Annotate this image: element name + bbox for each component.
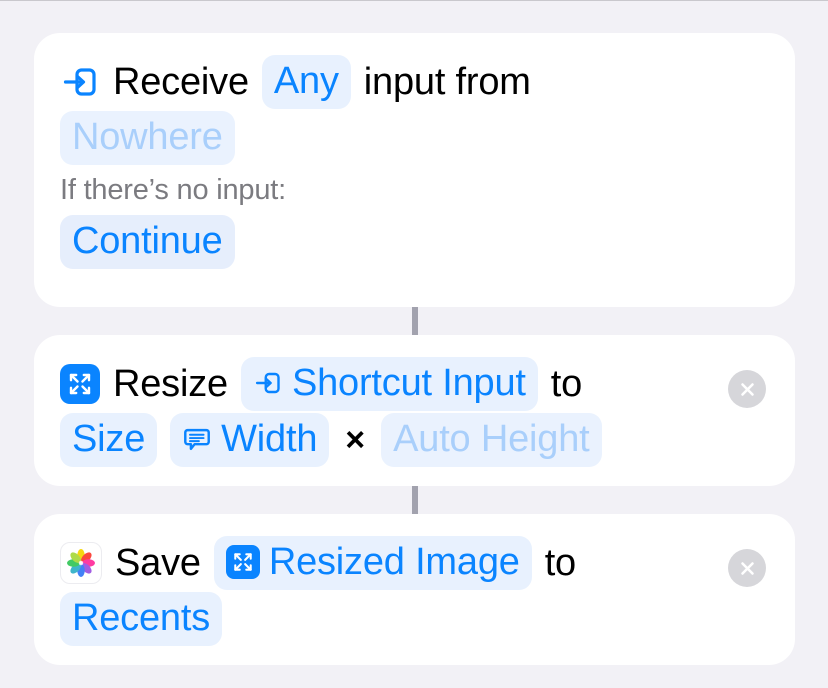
action-connector	[411, 307, 418, 335]
save-line-1: Save Resized Image to	[60, 536, 769, 590]
shortcut-input-icon	[253, 368, 283, 398]
photos-app-icon	[60, 542, 102, 584]
input-source-pill[interactable]: Nowhere	[60, 111, 235, 165]
no-input-fallback-pill[interactable]: Continue	[60, 215, 235, 269]
save-label: Save	[115, 542, 201, 584]
receive-input-line-2: Nowhere	[60, 109, 769, 167]
remove-action-button[interactable]	[728, 549, 766, 587]
ask-for-input-icon	[182, 424, 212, 454]
resize-height-pill[interactable]: Auto Height	[381, 413, 602, 467]
remove-action-button[interactable]	[728, 370, 766, 408]
resize-label: Resize	[113, 363, 228, 405]
save-to-label: to	[544, 542, 576, 584]
receive-input-line-3: If there’s no input:	[60, 167, 769, 213]
input-from-label: input from	[363, 61, 531, 103]
multiply-symbol: ×	[345, 421, 366, 459]
save-image-pill[interactable]: Resized Image	[213, 536, 532, 590]
resize-to-label: to	[550, 363, 583, 405]
receive-input-line-1: Receive Any input from	[60, 55, 769, 109]
resize-width-pill[interactable]: Width	[170, 413, 330, 467]
resize-size-pill[interactable]: Size	[60, 413, 158, 467]
action-connector	[411, 486, 418, 514]
resize-input-pill[interactable]: Shortcut Input	[240, 357, 538, 411]
action-card-resize-image[interactable]: Resize Shortcut Input to Size Width × Au…	[34, 335, 795, 486]
resize-line-2: Size Width × Auto Height	[60, 411, 769, 469]
save-album-pill[interactable]: Recents	[60, 592, 223, 646]
resize-line-1: Resize Shortcut Input to	[60, 357, 769, 411]
action-card-receive-input[interactable]: Receive Any input from Nowhere If there’…	[34, 33, 795, 307]
receive-label: Receive	[113, 61, 249, 103]
input-type-pill[interactable]: Any	[261, 55, 351, 109]
close-icon	[740, 382, 754, 396]
top-hairline	[0, 0, 828, 1]
save-line-2: Recents	[60, 590, 769, 648]
resize-width-pill-label: Width	[221, 418, 318, 460]
resize-input-pill-label: Shortcut Input	[291, 362, 526, 404]
resize-app-icon	[225, 545, 260, 579]
resize-app-icon	[60, 364, 100, 404]
no-input-label: If there’s no input:	[60, 174, 287, 206]
shortcut-action-flow: Receive Any input from Nowhere If there’…	[34, 33, 795, 665]
receive-input-line-4: Continue	[60, 213, 769, 271]
close-icon	[740, 561, 754, 575]
action-card-save-to-photos[interactable]: Save Resized Image to Recents	[34, 514, 795, 665]
save-image-pill-label: Resized Image	[268, 541, 520, 583]
shortcut-input-icon	[60, 62, 100, 102]
